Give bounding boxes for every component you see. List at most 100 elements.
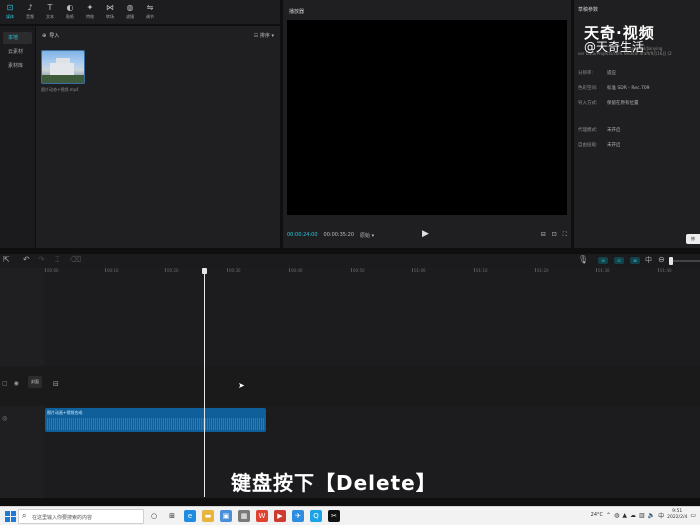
- param-color-space: 色彩空间: 标准 SDR - Rec.709: [578, 85, 650, 91]
- scale-icon[interactable]: ⊡: [552, 231, 557, 239]
- messenger-icon[interactable]: ✈: [292, 510, 304, 522]
- playhead-handle[interactable]: [202, 268, 207, 274]
- task-switch-icon[interactable]: ⊞: [166, 510, 178, 522]
- tray-app-icon[interactable]: ◍: [614, 512, 619, 519]
- preview-viewport[interactable]: [287, 20, 567, 215]
- tray-cloud-icon[interactable]: ☁: [630, 512, 636, 519]
- undo-icon[interactable]: ↶: [23, 255, 30, 264]
- microphone-icon[interactable]: 🎙: [578, 255, 588, 264]
- tool-adjust[interactable]: ⇋ 调节: [140, 0, 160, 24]
- cover-button[interactable]: 封面: [28, 376, 42, 388]
- fullscreen-icon[interactable]: ⛶: [563, 231, 567, 239]
- timeline-toolbar: ⇱ ↶ ↷ ⌶ ⌫ 🎙 ⊞ ⊟ ⊠ 中 ⊖: [0, 254, 700, 268]
- tool-text[interactable]: T 文本: [40, 0, 60, 24]
- ruler-tick: 00:40: [289, 268, 303, 273]
- import-button[interactable]: ⊕ 导入: [42, 32, 60, 40]
- eye-icon[interactable]: ◉: [14, 380, 19, 387]
- notification-icon[interactable]: ▭: [690, 512, 696, 519]
- aspect-icon[interactable]: ⊟: [541, 231, 546, 239]
- tool-adjust-label: 调节: [146, 14, 154, 19]
- app-grid-icon[interactable]: ▦: [238, 510, 250, 522]
- audio-clip[interactable]: 图片动画+视频合成: [45, 408, 266, 432]
- zoom-slider[interactable]: [672, 260, 700, 262]
- mouse-cursor-icon: ➤: [238, 381, 245, 390]
- ruler-tick: 00:00: [45, 268, 59, 273]
- playhead-line[interactable]: [204, 271, 205, 497]
- nav-library[interactable]: 素材库: [3, 60, 32, 72]
- tool-transition[interactable]: ⋈ 转场: [100, 0, 120, 24]
- param-value: 标准 SDR - Rec.709: [607, 86, 650, 91]
- capcut-icon[interactable]: ✂: [328, 510, 340, 522]
- zoom-out-icon[interactable]: ⊖: [658, 255, 665, 264]
- param-key: 色彩空间:: [578, 86, 598, 91]
- media-player-icon[interactable]: ▶: [274, 510, 286, 522]
- store-icon[interactable]: ▣: [220, 510, 232, 522]
- track-controls: ▢ ◉: [2, 380, 19, 387]
- sticker-icon: ◐: [66, 3, 74, 12]
- ratio-dropdown[interactable]: 原始 ▾: [360, 232, 374, 239]
- ruler-tick: 00:50: [351, 268, 365, 273]
- windows-start-icon[interactable]: [5, 511, 16, 522]
- redo-icon[interactable]: ↷: [38, 255, 45, 264]
- text-icon: T: [47, 3, 53, 12]
- qq-browser-icon[interactable]: Q: [310, 510, 322, 522]
- tray-app-icon-2[interactable]: ▲: [622, 512, 627, 519]
- wps-icon[interactable]: W: [256, 510, 268, 522]
- nav-local[interactable]: 本地: [3, 32, 32, 44]
- zoom-slider-knob[interactable]: [669, 257, 673, 265]
- main-toolbar: ⊡ 媒体 ♪ 音频 T 文本 ◐ 贴纸 ✦ 特效 ⋈ 转场 ◍ 滤镜 ⇋ 调节: [0, 0, 280, 24]
- taskbar-search-box[interactable]: ⌕ 在这里输入你要搜索的内容: [18, 509, 144, 524]
- select-cursor-icon[interactable]: ⇱: [3, 255, 10, 264]
- weather-temperature[interactable]: 24°C: [591, 512, 603, 518]
- audio-clip-label: 图片动画+视频合成: [47, 410, 83, 415]
- lock-icon[interactable]: ▢: [2, 380, 8, 387]
- ruler-tick: 01:10: [474, 268, 488, 273]
- main-video-track[interactable]: [0, 366, 700, 406]
- modify-button[interactable]: 修: [686, 234, 700, 244]
- param-value: 保留在原有位置: [607, 101, 639, 106]
- tool-audio[interactable]: ♪ 音频: [20, 0, 40, 24]
- edge-browser-icon[interactable]: e: [184, 510, 196, 522]
- player-timecode: 00:00:24:00 00:00:35:20 原始 ▾: [287, 232, 374, 239]
- tool-effects[interactable]: ✦ 特效: [80, 0, 100, 24]
- param-import-mode: 导入方式: 保留在原有位置: [578, 100, 639, 106]
- file-explorer-icon[interactable]: ▬: [202, 510, 214, 522]
- nav-cloud[interactable]: 云素材: [3, 46, 32, 58]
- input-method-indicator[interactable]: 中: [658, 511, 664, 520]
- param-key: 自由层级:: [578, 143, 598, 148]
- param-key: 导入方式:: [578, 101, 598, 106]
- media-thumbnail[interactable]: [41, 50, 85, 84]
- import-label: 导入: [49, 33, 60, 39]
- linkage-button[interactable]: ⊠: [630, 257, 640, 264]
- param-value: 未开启: [607, 143, 621, 148]
- network-icon[interactable]: ▥: [639, 512, 645, 519]
- audio-track-icon[interactable]: ◎: [2, 415, 7, 422]
- param-proxy-mode: 代理模式: 未开启: [578, 127, 621, 133]
- task-view-icon[interactable]: ○: [148, 510, 160, 522]
- preview-axis-icon[interactable]: 中: [645, 255, 652, 265]
- time-ruler[interactable]: 00:00 00:10 00:20 00:30 00:40 00:50 01:0…: [0, 268, 700, 278]
- volume-icon[interactable]: 🔈: [648, 512, 655, 519]
- auto-snap-button[interactable]: ⊟: [614, 257, 624, 264]
- taskbar-clock[interactable]: 9:51 2022/2/4: [667, 509, 687, 521]
- main-track-magnet-button[interactable]: ⊞: [598, 257, 608, 264]
- tool-media-label: 媒体: [6, 14, 14, 19]
- param-value: 未开启: [607, 128, 621, 133]
- tool-transition-label: 转场: [106, 14, 114, 19]
- cover-image-icon[interactable]: ⊟: [53, 380, 59, 388]
- play-icon[interactable]: ▶: [422, 229, 429, 239]
- delete-icon[interactable]: ⌫: [70, 255, 81, 264]
- tool-audio-label: 音频: [26, 14, 34, 19]
- ruler-tick: 00:30: [227, 268, 241, 273]
- timeline-area[interactable]: 00:00 00:10 00:20 00:30 00:40 00:50 01:0…: [0, 268, 700, 498]
- tool-filter[interactable]: ◍ 滤镜: [120, 0, 140, 24]
- param-free-layer: 自由层级: 未开启: [578, 142, 621, 148]
- chevron-up-icon[interactable]: ⌃: [606, 512, 611, 519]
- thumbnail-trees: [42, 75, 84, 83]
- sort-button[interactable]: ☷ 排序 ▾: [254, 32, 274, 39]
- tool-media[interactable]: ⊡ 媒体: [0, 0, 20, 24]
- tool-sticker[interactable]: ◐ 贴纸: [60, 0, 80, 24]
- split-icon[interactable]: ⌶: [55, 255, 60, 265]
- filter-icon: ◍: [126, 3, 134, 12]
- ruler-tick: 01:00: [412, 268, 426, 273]
